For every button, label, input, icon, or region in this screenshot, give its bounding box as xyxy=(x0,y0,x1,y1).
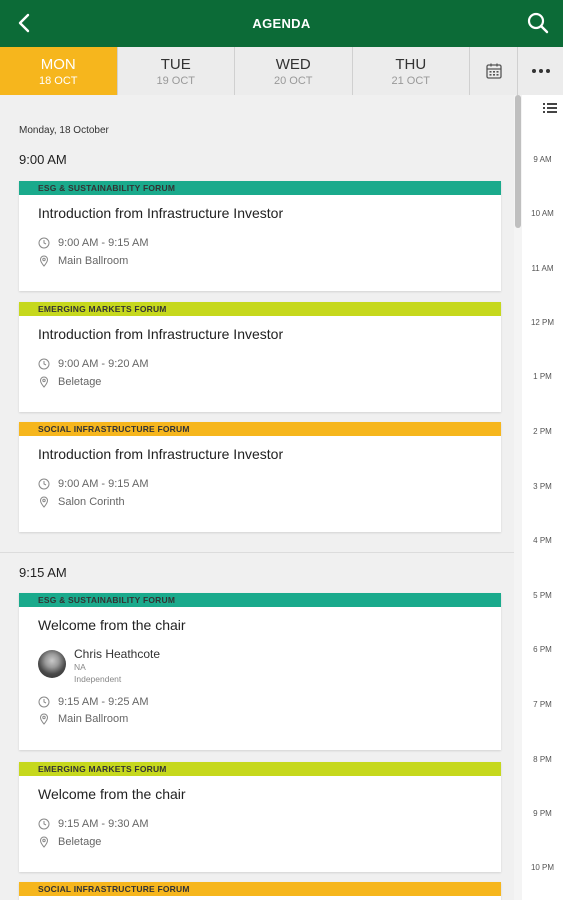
speaker-avatar xyxy=(38,650,66,678)
session-card[interactable]: SOCIAL INFRASTRUCTURE FORUM Introduction… xyxy=(19,422,501,532)
session-location: Beletage xyxy=(58,836,102,848)
tab-day-name: TUE xyxy=(160,55,191,73)
timeline-label[interactable]: 9 PM xyxy=(522,809,563,818)
more-dots-icon xyxy=(531,69,550,73)
session-time: 9:00 AM - 9:15 AM xyxy=(58,237,149,249)
speaker-title: NA xyxy=(74,662,86,672)
speaker-org: Independent xyxy=(74,674,122,684)
timeline-label[interactable]: 5 PM xyxy=(522,591,563,600)
track-label: SOCIAL INFRASTRUCTURE FORUM xyxy=(19,882,501,896)
time-group-header: 9:15 AM xyxy=(19,565,67,580)
time-jump-rail[interactable]: 9 AM 10 AM 11 AM 12 PM 1 PM 2 PM 3 PM 4 … xyxy=(522,95,563,900)
timeline-label[interactable]: 8 PM xyxy=(522,755,563,764)
session-time-row: 9:15 AM - 9:30 AM xyxy=(38,818,149,830)
timeline-label[interactable]: 9 AM xyxy=(522,155,563,164)
session-location-row: Main Ballroom xyxy=(38,713,128,725)
tab-day-name: MON xyxy=(40,55,76,73)
tab-day-date: 18 OCT xyxy=(38,74,78,87)
session-location-row: Salon Corinth xyxy=(38,496,125,508)
session-title: Welcome from the chair xyxy=(38,786,186,802)
session-location: Salon Corinth xyxy=(58,496,125,508)
clock-icon xyxy=(38,818,50,830)
calendar-icon xyxy=(485,63,502,79)
timeline-label[interactable]: 6 PM xyxy=(522,645,563,654)
clock-icon xyxy=(38,358,50,370)
session-time-row: 9:15 AM - 9:25 AM xyxy=(38,696,149,708)
track-label: SOCIAL INFRASTRUCTURE FORUM xyxy=(19,422,501,436)
timeline-label[interactable]: 7 PM xyxy=(522,700,563,709)
time-group-header: 9:00 AM xyxy=(19,152,67,167)
session-time: 9:00 AM - 9:20 AM xyxy=(58,358,149,370)
tab-wed[interactable]: WED 20 OCT xyxy=(235,47,353,95)
track-label: EMERGING MARKETS FORUM xyxy=(19,762,501,776)
tab-day-name: THU xyxy=(395,55,427,73)
clock-icon xyxy=(38,478,50,490)
session-card[interactable]: SOCIAL INFRASTRUCTURE FORUM xyxy=(19,882,501,900)
location-pin-icon xyxy=(39,713,49,725)
session-time: 9:15 AM - 9:25 AM xyxy=(58,696,149,708)
tab-day-name: WED xyxy=(275,55,311,73)
session-time: 9:00 AM - 9:15 AM xyxy=(58,478,149,490)
session-time-row: 9:00 AM - 9:15 AM xyxy=(38,237,149,249)
timeline-label[interactable]: 10 AM xyxy=(522,209,563,218)
day-tabs: MON 18 OCT TUE 19 OCT WED 20 OCT THU 21 … xyxy=(0,47,563,95)
tab-tue[interactable]: TUE 19 OCT xyxy=(117,47,235,95)
session-title: Introduction from Infrastructure Investo… xyxy=(38,446,284,462)
timeline-label[interactable]: 3 PM xyxy=(522,482,563,491)
session-location: Main Ballroom xyxy=(58,713,129,725)
session-location-row: Beletage xyxy=(38,376,101,388)
session-location: Beletage xyxy=(58,376,102,388)
location-pin-icon xyxy=(39,496,49,508)
location-pin-icon xyxy=(39,836,49,848)
more-button[interactable] xyxy=(518,47,563,95)
track-label: ESG & SUSTAINABILITY FORUM xyxy=(19,181,501,195)
page-title: AGENDA xyxy=(252,16,311,31)
track-label: EMERGING MARKETS FORUM xyxy=(19,302,501,316)
session-title: Introduction from Infrastructure Investo… xyxy=(38,326,284,342)
agenda-list[interactable]: Monday, 18 October 9:00 AM ESG & SUSTAIN… xyxy=(0,95,514,900)
timeline-label[interactable]: 1 PM xyxy=(522,372,563,381)
search-icon[interactable] xyxy=(525,10,551,36)
session-card[interactable]: ESG & SUSTAINABILITY FORUM Welcome from … xyxy=(19,593,501,750)
session-location-row: Main Ballroom xyxy=(38,255,128,267)
back-arrow-icon[interactable] xyxy=(12,10,38,36)
session-card[interactable]: ESG & SUSTAINABILITY FORUM Introduction … xyxy=(19,181,501,291)
location-pin-icon xyxy=(39,376,49,388)
timeline-label[interactable]: 4 PM xyxy=(522,536,563,545)
scrollbar[interactable] xyxy=(514,95,522,900)
clock-icon xyxy=(38,696,50,708)
session-location: Main Ballroom xyxy=(58,255,129,267)
list-view-icon[interactable] xyxy=(543,102,557,114)
session-card[interactable]: EMERGING MARKETS FORUM Introduction from… xyxy=(19,302,501,412)
speaker[interactable]: Chris Heathcote NA Independent xyxy=(38,647,160,685)
timeline-label[interactable]: 10 PM xyxy=(522,863,563,872)
calendar-button[interactable] xyxy=(470,47,518,95)
tab-day-date: 21 OCT xyxy=(391,74,430,87)
date-header: Monday, 18 October xyxy=(19,125,109,136)
session-title: Introduction from Infrastructure Investo… xyxy=(38,205,284,221)
tab-day-date: 19 OCT xyxy=(156,74,195,87)
tab-thu[interactable]: THU 21 OCT xyxy=(352,47,470,95)
timeline-label[interactable]: 11 AM xyxy=(522,264,563,273)
session-card[interactable]: EMERGING MARKETS FORUM Welcome from the … xyxy=(19,762,501,872)
session-title: Welcome from the chair xyxy=(38,617,186,633)
scrollbar-thumb[interactable] xyxy=(515,95,521,228)
location-pin-icon xyxy=(39,255,49,267)
session-time: 9:15 AM - 9:30 AM xyxy=(58,818,149,830)
tab-mon[interactable]: MON 18 OCT xyxy=(0,47,118,95)
track-label: ESG & SUSTAINABILITY FORUM xyxy=(19,593,501,607)
timeline-label[interactable]: 2 PM xyxy=(522,427,563,436)
tab-day-date: 20 OCT xyxy=(273,74,313,87)
speaker-name: Chris Heathcote xyxy=(74,647,161,661)
session-location-row: Beletage xyxy=(38,836,101,848)
timeline-label[interactable]: 12 PM xyxy=(522,318,563,327)
divider xyxy=(0,552,514,553)
session-time-row: 9:00 AM - 9:20 AM xyxy=(38,358,149,370)
session-time-row: 9:00 AM - 9:15 AM xyxy=(38,478,149,490)
clock-icon xyxy=(38,237,50,249)
app-header: AGENDA xyxy=(0,0,563,47)
